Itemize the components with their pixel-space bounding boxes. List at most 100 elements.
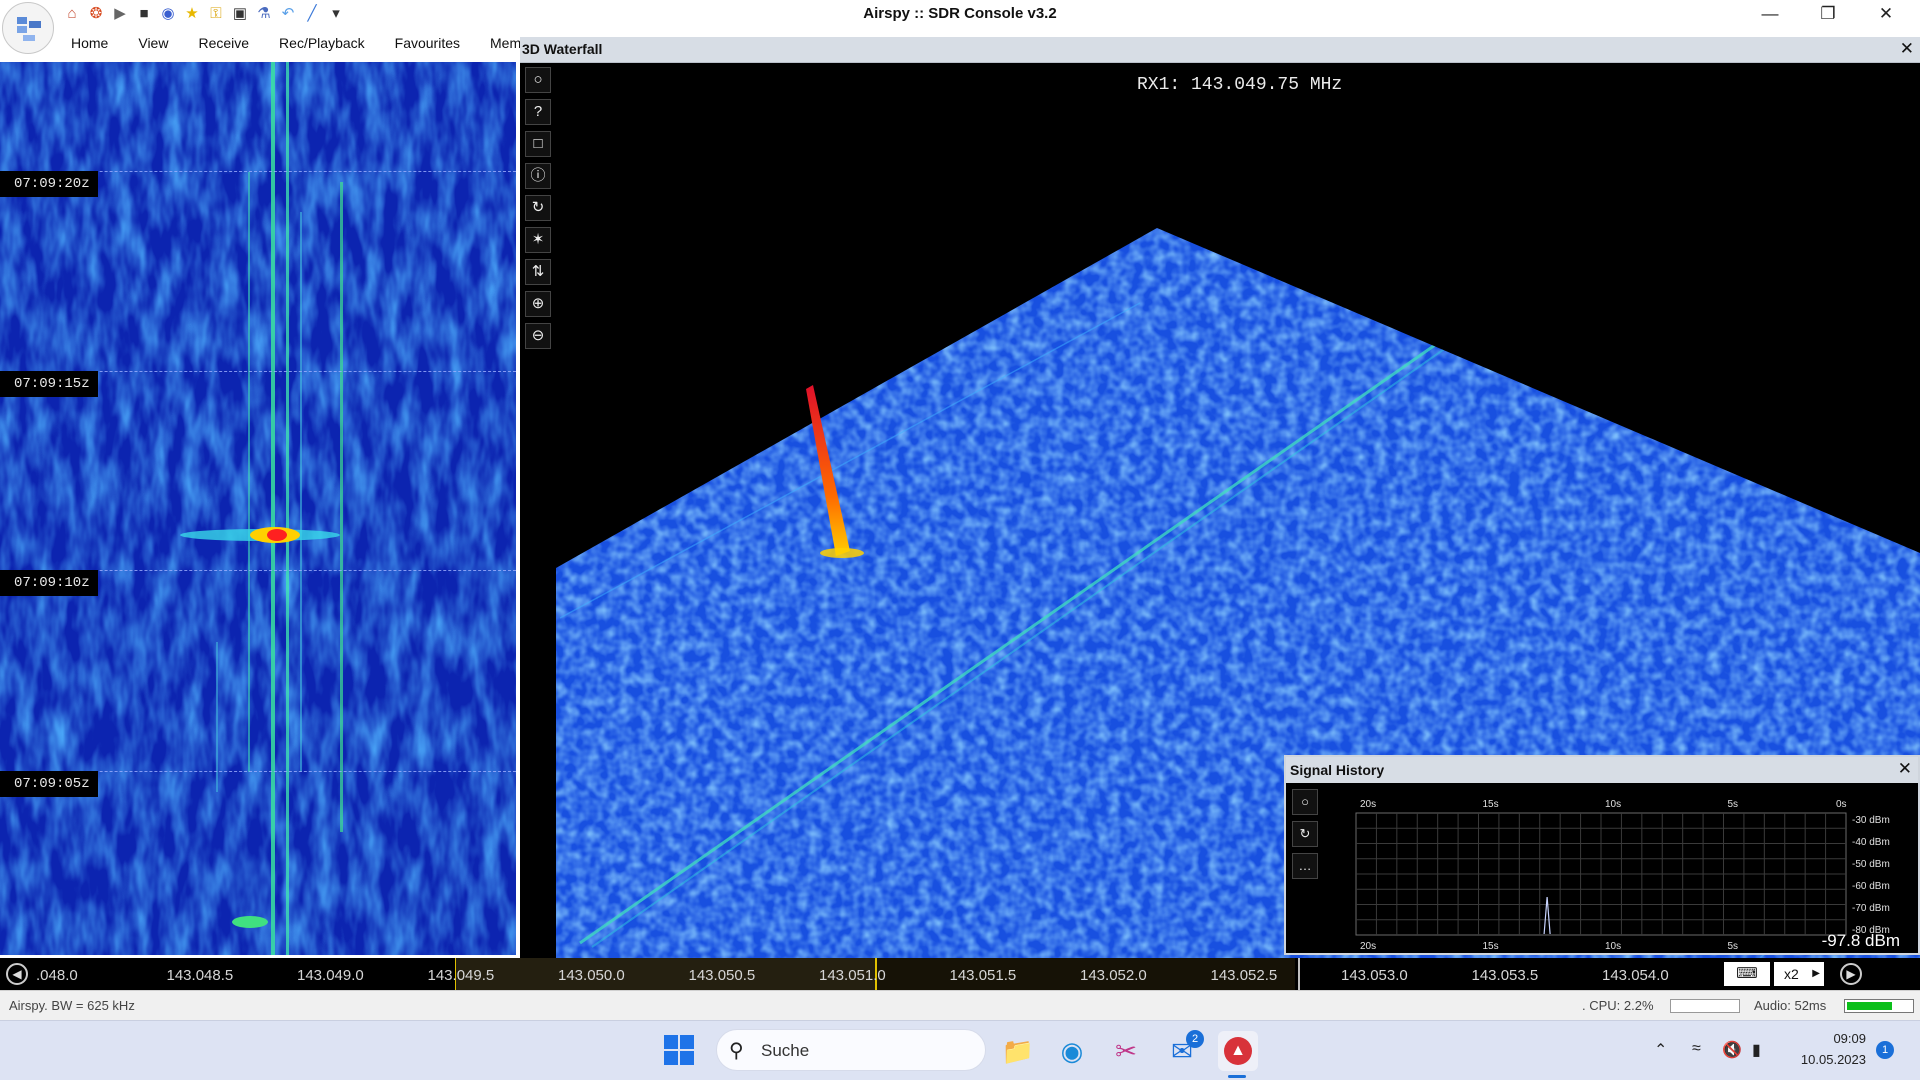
speaker-muted-icon[interactable]: 🔇 [1722, 1040, 1742, 1060]
frequency-tick-label: 143.048.5 [166, 967, 234, 984]
notification-badge[interactable]: 1 [1876, 1041, 1894, 1059]
waterfall-3d-toolbar: ○? □ ⓘ ↻ ✶ ⇅ ⊕ ⊖ [525, 67, 553, 355]
audio-meter [1844, 999, 1914, 1013]
timestamp-label: 07:09:05z [0, 771, 98, 797]
timestamp-label: 07:09:20z [0, 171, 98, 197]
zoom-in-icon[interactable]: ⊕ [525, 291, 551, 317]
time-tick-label: 5s [1728, 799, 1739, 810]
app-menu-icon [17, 17, 41, 41]
sdr-console-icon[interactable]: ▲ [1218, 1031, 1258, 1071]
dbm-tick-label: -50 dBm [1852, 859, 1890, 870]
signal-history-header: Signal History ✕ [1286, 757, 1918, 783]
time-tick-label: 10s [1605, 941, 1621, 952]
waterfall-3d-header: 3D Waterfall ✕ [520, 37, 1920, 63]
zoom-out-icon[interactable]: ⊖ [525, 323, 551, 349]
timestamp-label: 07:09:10z [0, 570, 98, 596]
taskbar: ⚲ Suche 📁 ◉ ✂ ✉ 2 ▲ ⌃ ≈ 🔇 ▮ 09:09 10.05.… [0, 1020, 1920, 1080]
help-icon[interactable]: ? [525, 99, 551, 125]
restore-button[interactable]: ❐ [1808, 3, 1848, 25]
rotate-icon[interactable]: ↻ [525, 195, 551, 221]
start-button[interactable] [664, 1035, 696, 1067]
time-tick-label: 10s [1605, 799, 1621, 810]
search-icon: ⚲ [729, 1040, 744, 1062]
dbm-tick-label: -60 dBm [1852, 881, 1890, 892]
circle-icon[interactable]: ○ [1292, 789, 1318, 815]
frequency-scale[interactable]: ◀ .048.0 143.048.5 143.049.0 143.049.5 143.0… [0, 958, 1920, 990]
battery-icon[interactable]: ▮ [1752, 1040, 1761, 1060]
time-tick-label: 20s [1360, 799, 1376, 810]
square-icon[interactable]: □ [525, 131, 551, 157]
frequency-tick-label: 143.049.5 [427, 967, 495, 984]
snipping-tool-icon[interactable]: ✂ [1106, 1031, 1146, 1071]
rotate-icon[interactable]: ↻ [1292, 821, 1318, 847]
ribbon-tabs: Home View Receive Rec/Playback Favourites Mem… [56, 31, 549, 57]
signal-level-readout: -97.8 dBm [1821, 931, 1900, 950]
title-bar: ⌂ ❂ ▶ ■ ◉ ★ ⚿ ▣ ⚗ ↶ ╱ ▾ Airspy :: SDR Console v3.2 … [0, 0, 1920, 54]
up-down-arrows-icon[interactable]: ⇅ [525, 259, 551, 285]
signal-history-close-button[interactable]: ✕ [1898, 759, 1912, 779]
ribbon-tab-rec-playback[interactable]: Rec/Playback [264, 31, 380, 57]
info-icon[interactable]: ⓘ [525, 163, 551, 189]
frequency-tick-label: 143.049.0 [297, 967, 364, 984]
window-title: Airspy :: SDR Console v3.2 [863, 5, 1057, 22]
ribbon-tab-view[interactable]: View [123, 31, 183, 57]
time-tick-label: 15s [1483, 941, 1499, 952]
scroll-forward-icon[interactable]: ▶ [1840, 963, 1862, 985]
frequency-tick-label: 143.054.0 [1602, 967, 1669, 984]
wifi-icon[interactable]: ≈ [1692, 1040, 1701, 1058]
frequency-tick-label: 143.053.5 [1471, 967, 1539, 984]
time-tick-label: 20s [1360, 941, 1376, 952]
chevron-up-icon[interactable]: ⌃ [1654, 1040, 1667, 1060]
signal-history-title: Signal History [1290, 762, 1385, 778]
frequency-tick-label: 143.052.5 [1210, 967, 1278, 984]
cpu-meter [1670, 999, 1740, 1013]
clock-date[interactable]: 10.05.2023 [1790, 1052, 1866, 1067]
circle-icon[interactable]: ○ [525, 67, 551, 93]
ribbon-tab-favourites[interactable]: Favourites [380, 31, 475, 57]
waterfall-3d-close-button[interactable]: ✕ [1900, 39, 1914, 59]
dbm-tick-label: -30 dBm [1852, 815, 1890, 826]
frequency-tick-label: .048.0 [36, 967, 78, 984]
edge-browser-icon[interactable]: ◉ [1052, 1031, 1092, 1071]
signal-history-chart: 20s 20s 15s 15s 10s 10s 5s 5s 0s -30 dBm -40 dBm -5… [1355, 799, 1890, 952]
scroll-back-icon[interactable]: ◀ [6, 963, 28, 985]
ribbon-tab-receive[interactable]: Receive [183, 31, 264, 57]
ribbon-tab-home[interactable]: Home [56, 31, 123, 57]
status-device: Airspy. BW = 625 kHz [9, 998, 135, 1013]
zoom-selector[interactable]: x2 ▶ [1774, 962, 1824, 986]
dbm-tick-label: -40 dBm [1852, 837, 1890, 848]
waterfall-3d-title: 3D Waterfall [522, 41, 603, 57]
audio-meter-fill [1847, 1002, 1892, 1010]
app-menu-button[interactable] [2, 2, 54, 54]
status-audio: Audio: 52ms [1754, 998, 1827, 1013]
signal-history-toolbar: ○ ↻ … [1292, 789, 1320, 885]
rx-frequency-readout: RX1: 143.049.75 MHz [1137, 75, 1343, 95]
frequency-tick-label: 143.051.0 [819, 967, 886, 984]
zoom-arrow-icon: ▶ [1812, 968, 1820, 979]
signal-history-panel: Signal History ✕ ○ ↻ … 20s 20s 15s 15s 10s 10s 5… [1284, 755, 1920, 955]
search-placeholder: Suche [761, 1041, 810, 1060]
zoom-value: x2 [1784, 966, 1799, 982]
frequency-tick-label: 143.053.0 [1341, 967, 1408, 984]
close-button[interactable]: ✕ [1866, 3, 1906, 25]
status-cpu: . CPU: 2.2% [1582, 998, 1654, 1013]
status-bar: Airspy. BW = 625 kHz . CPU: 2.2% Audio: … [0, 990, 1920, 1020]
time-tick-label: 0s [1836, 799, 1847, 810]
windows-logo-pane [680, 1035, 694, 1049]
mail-badge: 2 [1186, 1030, 1204, 1048]
more-icon[interactable]: … [1292, 853, 1318, 879]
waterfall-2d[interactable]: 07:09:20z 07:09:15z 07:09:10z 07:09:05z [0, 62, 516, 955]
windows-logo-pane [664, 1035, 678, 1049]
clock-time[interactable]: 09:09 [1796, 1031, 1866, 1046]
taskbar-search[interactable]: ⚲ Suche [716, 1029, 986, 1071]
frequency-tick-label: 143.051.5 [949, 967, 1017, 984]
active-app-indicator [1228, 1075, 1246, 1078]
keyboard-icon[interactable]: ⌨ [1724, 962, 1770, 986]
star-icon[interactable]: ✶ [525, 227, 551, 253]
file-explorer-icon[interactable]: 📁 [998, 1031, 1038, 1071]
time-tick-label: 5s [1728, 941, 1739, 952]
windows-logo-pane [680, 1051, 694, 1065]
frequency-tick-label: 143.052.0 [1080, 967, 1147, 984]
minimize-button[interactable]: — [1750, 3, 1790, 25]
dbm-tick-label: -70 dBm [1852, 903, 1890, 914]
